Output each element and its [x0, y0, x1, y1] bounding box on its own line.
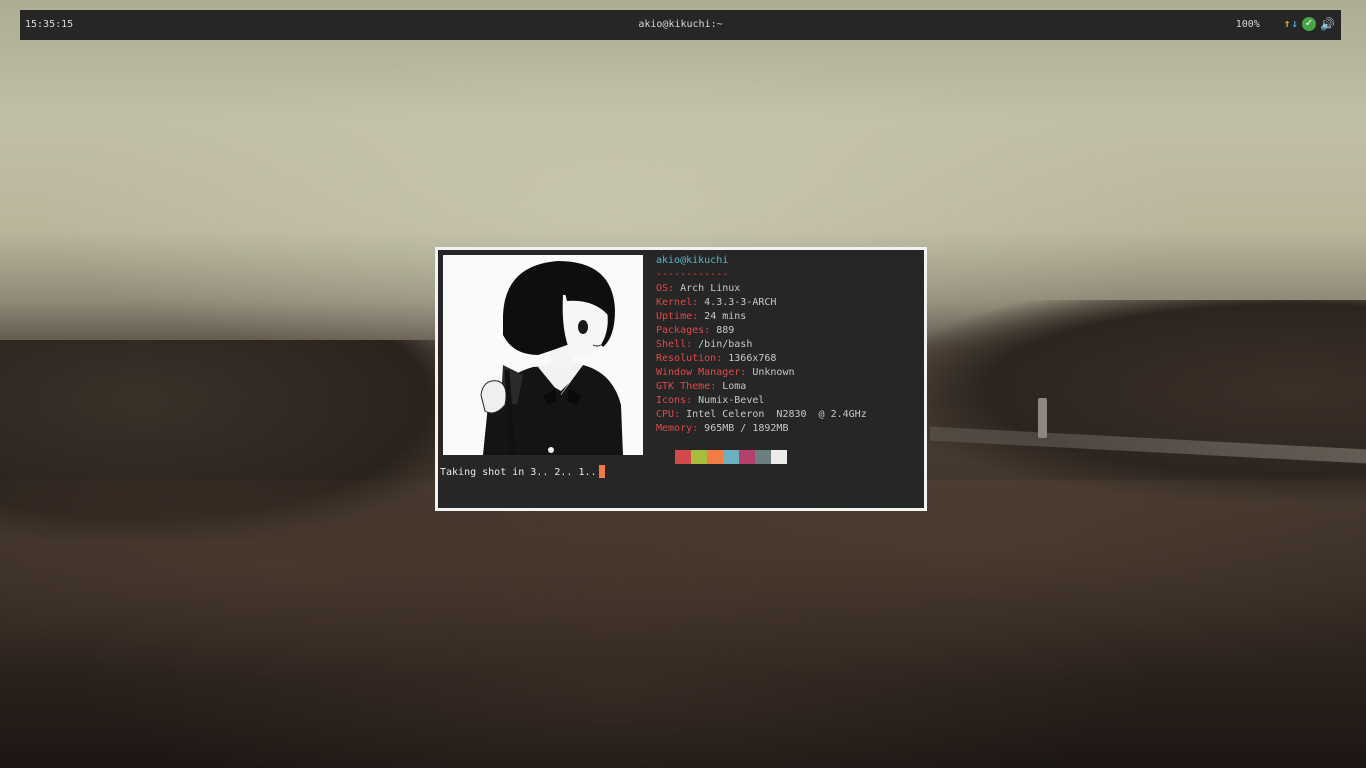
volume-icon[interactable]: 🔊 [1320, 17, 1335, 31]
info-value: 1366x768 [728, 353, 777, 364]
info-key: GTK Theme [656, 381, 711, 392]
info-key: Resolution [656, 353, 717, 364]
palette-swatch-0 [675, 450, 691, 464]
user-host: akio@kikuchi [656, 255, 729, 266]
palette-swatch-6 [771, 450, 787, 464]
info-key: Kernel [656, 297, 693, 308]
palette-swatch-1 [691, 450, 707, 464]
system-info: akio@kikuchi ------------ OS: Arch Linux… [656, 254, 867, 436]
info-row-uptime: Uptime: 24 mins [656, 311, 747, 322]
separator: ------------ [656, 269, 729, 280]
info-key: Window Manager [656, 367, 741, 378]
info-value: 24 mins [704, 311, 747, 322]
info-row-gtk-theme: GTK Theme: Loma [656, 381, 747, 392]
system-tray: 100% ↑ ↓ ✓ 🔊 [1236, 17, 1335, 31]
info-value: Numix-Bevel [698, 395, 765, 406]
info-value: 4.3.3-3-ARCH [704, 297, 777, 308]
info-key: CPU [656, 409, 675, 420]
info-key: OS [656, 283, 669, 294]
info-key: Uptime [656, 311, 693, 322]
upload-arrow-icon: ↑ [1283, 17, 1291, 30]
wallpaper-brush [0, 480, 1366, 768]
info-row-kernel: Kernel: 4.3.3-3-ARCH [656, 297, 777, 308]
wallpaper-hill-right [896, 300, 1366, 500]
info-row-icons: Icons: Numix-Bevel [656, 395, 765, 406]
network-activity-icon[interactable]: ↑ ↓ [1284, 17, 1298, 31]
info-row-resolution: Resolution: 1366x768 [656, 353, 777, 364]
info-row-memory: Memory: 965MB / 1892MB [656, 423, 789, 434]
ascii-art-image [443, 255, 643, 455]
check-icon[interactable]: ✓ [1302, 17, 1317, 31]
info-value: Unknown [752, 367, 795, 378]
anime-girl-illustration [443, 255, 643, 455]
window-title: akio@kikuchi:~ [638, 19, 723, 30]
info-row-cpu: CPU: Intel Celeron N2830 @ 2.4GHz [656, 409, 867, 420]
info-key: Shell [656, 339, 687, 350]
palette-swatch-5 [755, 450, 771, 464]
terminal-prompt[interactable]: Taking shot in 3.. 2.. 1.. [440, 465, 605, 478]
wallpaper-signpost [1038, 398, 1047, 438]
info-row-packages: Packages: 889 [656, 325, 735, 336]
info-key: Packages [656, 325, 705, 336]
info-value: /bin/bash [698, 339, 753, 350]
color-palette [675, 450, 787, 464]
top-panel: 15:35:15 akio@kikuchi:~ 100% ↑ ↓ ✓ 🔊 [20, 10, 1341, 40]
info-value: Arch Linux [680, 283, 741, 294]
info-value: 889 [716, 325, 735, 336]
download-arrow-icon: ↓ [1291, 17, 1299, 30]
info-row-window-manager: Window Manager: Unknown [656, 367, 795, 378]
palette-swatch-2 [707, 450, 723, 464]
info-key: Icons [656, 395, 687, 406]
info-value: Loma [722, 381, 747, 392]
info-row-os: OS: Arch Linux [656, 283, 741, 294]
prompt-text: Taking shot in 3.. 2.. 1.. [440, 467, 597, 478]
text-cursor [598, 465, 605, 478]
terminal-window[interactable]: akio@kikuchi ------------ OS: Arch Linux… [435, 247, 927, 511]
palette-swatch-4 [739, 450, 755, 464]
palette-swatch-3 [723, 450, 739, 464]
info-row-shell: Shell: /bin/bash [656, 339, 753, 350]
info-key: Memory [656, 423, 693, 434]
battery-indicator[interactable]: 100% [1236, 19, 1260, 30]
info-value: Intel Celeron N2830 @ 2.4GHz [686, 409, 867, 420]
info-value: 965MB / 1892MB [704, 423, 789, 434]
